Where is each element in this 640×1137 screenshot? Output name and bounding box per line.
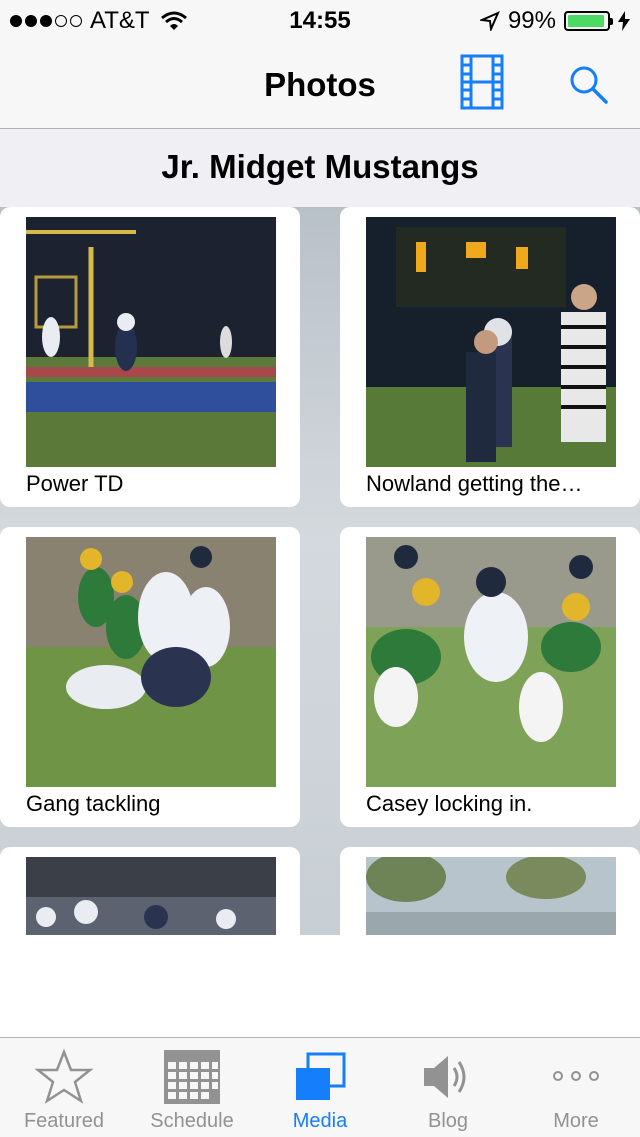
photo-thumbnail xyxy=(366,217,616,467)
photo-card[interactable]: Casey locking in. xyxy=(340,527,640,827)
list-bottom-fade xyxy=(0,935,640,1037)
photo-card[interactable]: Nowland getting the… xyxy=(340,207,640,507)
photo-card[interactable]: Gang tackling xyxy=(0,527,300,827)
charging-bolt-icon xyxy=(618,11,630,31)
photo-thumbnail xyxy=(26,537,276,787)
tab-label: Featured xyxy=(23,1110,105,1132)
film-strip-icon[interactable] xyxy=(460,54,504,110)
photo-caption: Casey locking in. xyxy=(366,791,533,816)
section-header: Jr. Midget Mustangs xyxy=(0,129,640,207)
tab-more[interactable]: More xyxy=(512,1038,640,1137)
speaker-icon xyxy=(424,1056,466,1098)
photo-thumbnail xyxy=(26,217,276,467)
search-icon[interactable] xyxy=(566,62,610,106)
tab-schedule[interactable]: Schedule xyxy=(128,1038,256,1137)
photo-thumbnail xyxy=(366,537,616,787)
tab-label: Schedule xyxy=(150,1110,234,1132)
tab-label: Media xyxy=(292,1110,348,1132)
photo-caption: Power TD xyxy=(26,471,124,496)
tab-media[interactable]: Media xyxy=(256,1038,384,1137)
tab-blog[interactable]: Blog xyxy=(384,1038,512,1137)
location-arrow-icon xyxy=(479,11,500,31)
star-icon xyxy=(34,1048,94,1104)
photo-caption: Gang tackling xyxy=(26,791,161,816)
photo-grid[interactable]: Power TD Nowland getting the… Gang tackl… xyxy=(0,207,640,1037)
more-icon xyxy=(553,1071,599,1081)
calendar-icon xyxy=(164,1050,220,1104)
section-title: Jr. Midget Mustangs xyxy=(161,148,479,185)
photo-caption: Nowland getting the… xyxy=(366,471,583,496)
media-icon xyxy=(296,1052,346,1100)
battery-percent: 99% xyxy=(507,7,556,34)
tab-bar: Featured Schedule Media Blog More xyxy=(0,1037,640,1137)
tab-label: Blog xyxy=(427,1110,469,1132)
battery-icon xyxy=(564,11,613,31)
photo-card[interactable]: Power TD xyxy=(0,207,300,507)
tab-label: More xyxy=(553,1110,599,1132)
page-title: Photos xyxy=(264,66,376,103)
navigation-bar: Photos xyxy=(0,40,640,129)
status-bar: AT&T 14:55 99% xyxy=(0,0,640,40)
tab-featured[interactable]: Featured xyxy=(0,1038,128,1137)
